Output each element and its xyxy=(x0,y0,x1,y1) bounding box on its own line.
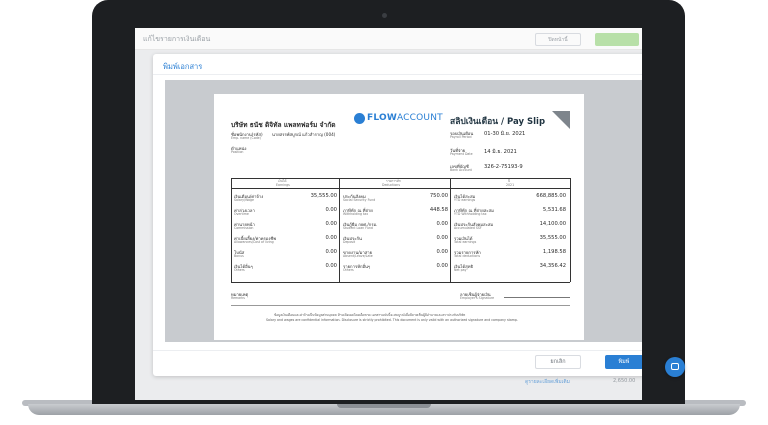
deductions-label-en: Withholding tax xyxy=(343,212,369,216)
earnings-value: 0.00 xyxy=(325,235,337,241)
ytd-label-en: Total deductions xyxy=(454,254,481,258)
deductions-label-en: Absent/Leave/Late xyxy=(343,254,373,258)
ytd-value: 5,531.68 xyxy=(542,207,566,213)
ytd-label-en: Total earnings xyxy=(454,240,477,244)
deductions-label-en: Deposit xyxy=(343,240,356,244)
deductions-value: 0.00 xyxy=(436,249,448,255)
ytd-label-en: Net pay xyxy=(454,268,467,272)
earnings-value: 35,555.00 xyxy=(310,193,337,199)
earnings-label-en: Others xyxy=(234,268,245,272)
ytd-value: 34,356.42 xyxy=(539,263,566,269)
ytd-label-en: Accumulated SSF xyxy=(454,226,482,230)
camera-icon xyxy=(382,13,387,18)
ytd-value: 668,885.00 xyxy=(536,193,566,199)
cancel-button[interactable]: ยกเลิก xyxy=(535,355,581,369)
background-app-header: แก้ไขรายการเงินเดือน ปิดหน้านี้ xyxy=(135,28,642,50)
earnings-value: 0.00 xyxy=(325,221,337,227)
deductions-label-en: Social Security Fund xyxy=(343,198,376,202)
earnings-value: 0.00 xyxy=(325,207,337,213)
employee-value: นายสรรพ์สบูรณ์ แก้วสำราญ (004) xyxy=(272,132,336,137)
print-button[interactable]: พิมพ์ xyxy=(605,355,642,369)
payslip-title: สลิปเงินเดือน / Pay Slip xyxy=(450,117,546,127)
earnings-label-en: Commission xyxy=(234,226,254,230)
period-label-en: Payroll Period xyxy=(450,135,472,139)
logo-account-text: ACCOUNT xyxy=(396,113,443,123)
paydate-value: 14 มิ.ย. 2021 xyxy=(484,149,517,155)
table-right-border xyxy=(570,178,571,282)
payslip-page: บริษัท ธนัช ดิจิทัล แพลทฟอร์ม จำกัด FLOW… xyxy=(214,94,584,340)
background-save-button[interactable] xyxy=(595,33,639,46)
table-col-divider-2 xyxy=(450,178,451,282)
earnings-label-en: Salary/Wage xyxy=(234,198,254,202)
deductions-value: 750.00 xyxy=(429,193,448,199)
modal-divider xyxy=(153,74,642,75)
corner-fold-icon xyxy=(552,111,570,129)
earnings-label-en: Overtime xyxy=(234,212,249,216)
signature-label-en: Employer's Signature xyxy=(460,296,495,300)
chat-button[interactable] xyxy=(665,357,685,377)
col-earnings-header-en: Earnings xyxy=(276,183,290,187)
period-value: 01-30 มิ.ย. 2021 xyxy=(484,131,526,137)
bank-label-en: Bank Account xyxy=(450,168,472,172)
earnings-label-en: Bonus xyxy=(234,254,244,258)
laptop-notch xyxy=(337,404,431,408)
bank-value: 326-2-75193-9 xyxy=(484,164,523,170)
paydate-label-en: Payment Date xyxy=(450,152,473,156)
deductions-value: 0.00 xyxy=(436,221,448,227)
flowaccount-logo: FLOWACCOUNT xyxy=(367,113,443,123)
col-deductions-header-en: Deductions xyxy=(382,183,400,187)
remarks-label-en: Remarks xyxy=(231,296,245,300)
position-label-en: Position xyxy=(231,150,244,154)
flowaccount-logo-icon xyxy=(354,113,365,124)
modal-footer-divider xyxy=(153,350,642,351)
ytd-label-en: YTD earnings xyxy=(454,198,476,202)
deductions-label-en: Others xyxy=(343,268,354,272)
remarks-divider xyxy=(231,305,570,306)
table-left-border xyxy=(231,178,232,282)
ytd-value: 35,555.00 xyxy=(539,235,566,241)
ytd-label-en: YTD Withholding tax xyxy=(454,212,487,216)
logo-flow-text: FLOW xyxy=(367,113,397,123)
deductions-value: 0.00 xyxy=(436,235,448,241)
ytd-value: 14,100.00 xyxy=(539,221,566,227)
deductions-value: 448.58 xyxy=(429,207,448,213)
background-page-title: แก้ไขรายการเงินเดือน xyxy=(143,35,211,43)
col-ytd-header-en: 2021 xyxy=(506,183,515,187)
table-bottom-border xyxy=(231,282,570,283)
employee-label-en: Emp. name (Code) xyxy=(231,136,261,140)
modal-title: พิมพ์เอกสาร xyxy=(163,62,203,71)
earnings-value: 0.00 xyxy=(325,263,337,269)
earnings-label-en: Allowances/Cost of living xyxy=(234,240,274,244)
company-name: บริษัท ธนัช ดิจิทัล แพลทฟอร์ม จำกัด xyxy=(231,121,336,129)
deductions-value: 0.00 xyxy=(436,263,448,269)
laptop-mockup: แก้ไขรายการเงินเดือน ปิดหน้านี้ ดูรายละเ… xyxy=(0,0,768,425)
ytd-value: 1,198.58 xyxy=(542,249,566,255)
deductions-label-en: Student Loan Fund xyxy=(343,226,373,230)
earnings-value: 0.00 xyxy=(325,249,337,255)
table-header-border xyxy=(231,188,570,189)
disclaimer-english: Salary and wages are confidential inform… xyxy=(266,318,518,322)
table-col-divider-1 xyxy=(339,178,340,282)
signature-line xyxy=(504,297,570,298)
background-close-page-button[interactable]: ปิดหน้านี้ xyxy=(535,33,581,46)
chat-icon xyxy=(671,363,679,370)
